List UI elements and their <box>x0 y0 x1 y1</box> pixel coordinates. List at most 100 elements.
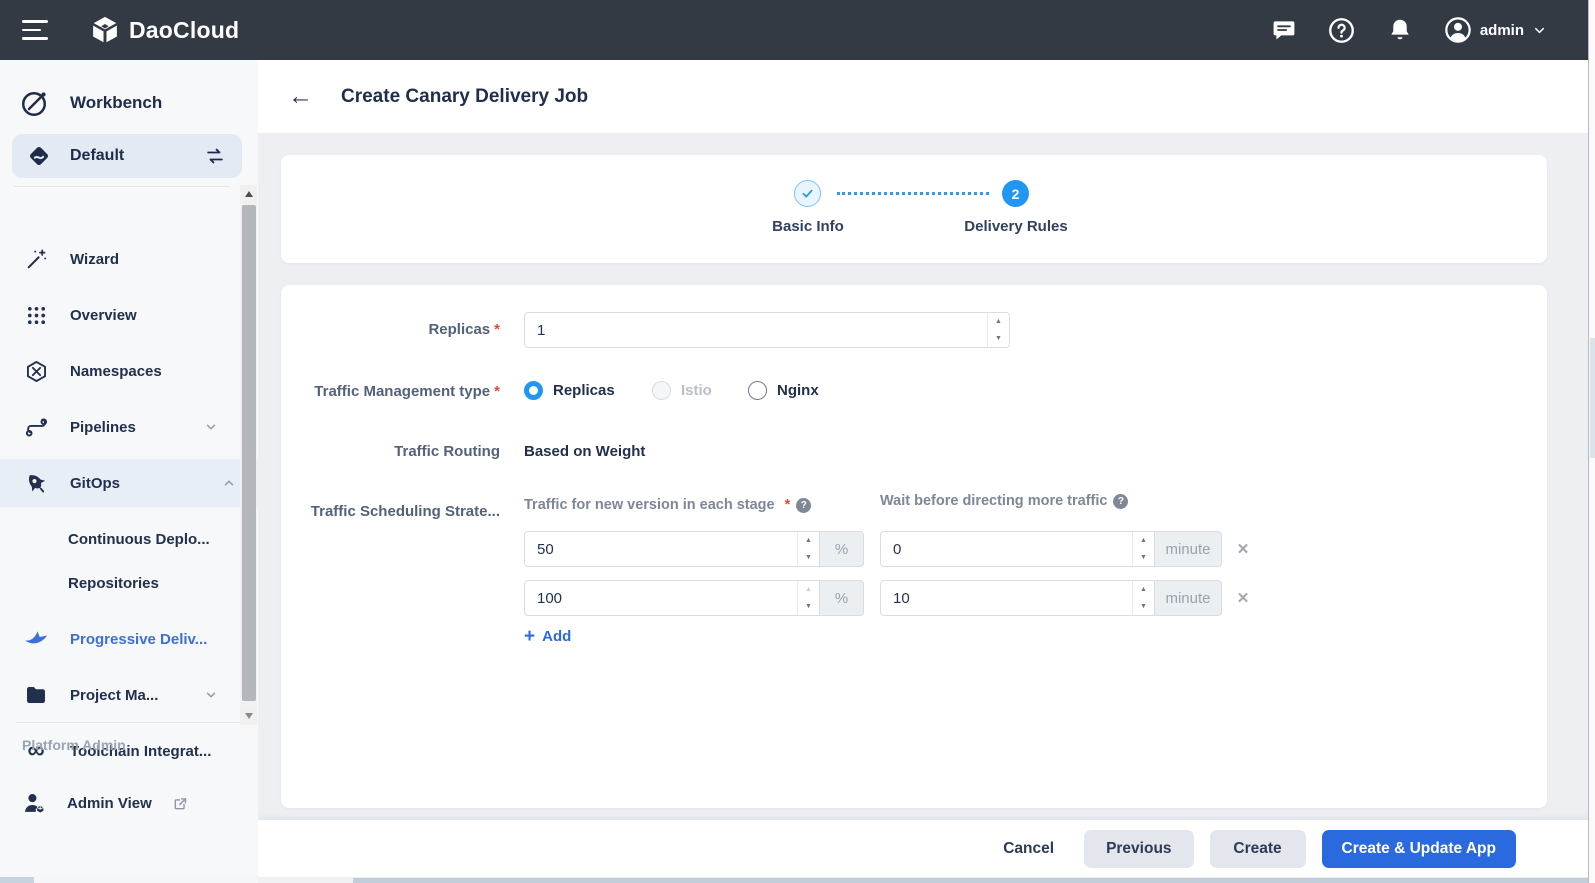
sidebar-item-pipelines[interactable]: Pipelines <box>0 403 240 451</box>
sidebar-item-progressive-delivery[interactable]: Progressive Deliv... <box>0 615 240 663</box>
sidebar-item-repositories[interactable]: Repositories <box>0 559 240 607</box>
daocloud-logo-icon <box>90 15 120 45</box>
increment-arrow-icon[interactable]: ▲ <box>1133 532 1154 549</box>
progressive-delivery-bird-icon <box>22 625 50 653</box>
increment-arrow-icon[interactable]: ▲ <box>1133 581 1154 598</box>
tm-option-nginx[interactable]: Nginx <box>748 381 819 400</box>
sidebar-item-wizard[interactable]: Wizard <box>0 235 240 283</box>
admin-user-icon <box>22 791 47 816</box>
menu-icon[interactable] <box>22 20 48 40</box>
sidebar-item-label: Namespaces <box>70 363 218 380</box>
decrement-arrow-icon[interactable]: ▼ <box>988 330 1009 347</box>
sidebar-item-label: Overview <box>70 307 218 324</box>
create-and-update-app-button[interactable]: Create & Update App <box>1322 830 1516 868</box>
sidebar-item-label: Admin View <box>67 795 152 812</box>
help-icon[interactable]: ? <box>1113 494 1128 509</box>
sidebar-item-admin-view[interactable]: Admin View <box>0 779 240 827</box>
stage-1-traffic-stepper: ▲ ▼ <box>797 532 819 566</box>
sidebar-item-overview[interactable]: Overview <box>0 291 240 339</box>
user-name: admin <box>1480 22 1524 39</box>
step-delivery-rules-label: Delivery Rules <box>964 218 1067 235</box>
decrement-arrow-icon[interactable]: ▼ <box>1133 598 1154 615</box>
step-connector <box>837 192 989 195</box>
traffic-routing-label: Traffic Routing <box>281 443 500 460</box>
page-title: Create Canary Delivery Job <box>341 86 588 108</box>
percent-unit-label: % <box>820 580 864 616</box>
traffic-stage-column-header: Traffic for new version in each stage* ? <box>524 497 811 513</box>
bell-icon[interactable] <box>1386 16 1414 44</box>
sidebar-item-label: GitOps <box>70 475 202 492</box>
main-horizontal-scrollbar-thumb[interactable] <box>353 878 1595 883</box>
stage-1-traffic-input-box: ▲ ▼ <box>524 531 820 567</box>
help-icon[interactable] <box>1328 16 1356 44</box>
switch-workspace-icon[interactable] <box>204 145 226 167</box>
traffic-routing-value: Based on Weight <box>524 443 645 460</box>
main-horizontal-scrollbar[interactable] <box>258 877 1595 883</box>
sidebar-scrollbar-thumb[interactable] <box>242 205 256 701</box>
stage-1-wait-input[interactable] <box>881 532 1132 566</box>
previous-button[interactable]: Previous <box>1084 830 1193 868</box>
scroll-up-arrow[interactable] <box>240 185 257 203</box>
tm-option-replicas[interactable]: Replicas <box>524 381 615 400</box>
create-button[interactable]: Create <box>1210 830 1306 868</box>
traffic-scheduling-strategy-label: Traffic Scheduling Strate... <box>281 503 500 520</box>
sidebar-item-continuous-deployment[interactable]: Continuous Deplo... <box>0 515 240 563</box>
remove-stage-1-button[interactable]: ✕ <box>1233 539 1253 559</box>
chat-icon[interactable] <box>1270 16 1298 44</box>
increment-arrow-icon[interactable]: ▲ <box>798 532 819 549</box>
workspace-selector[interactable]: Default <box>12 134 242 178</box>
workbench-label: Workbench <box>70 93 162 113</box>
sidebar-item-label: Progressive Deliv... <box>70 631 218 648</box>
namespaces-icon <box>22 357 50 385</box>
step-basic-info-circle[interactable] <box>794 180 821 207</box>
replicas-input[interactable] <box>525 313 987 347</box>
form-footer: Cancel Previous Create Create & Update A… <box>258 820 1595 877</box>
chevron-down-icon <box>1532 23 1547 38</box>
traffic-management-type-label: Traffic Management type* <box>281 383 500 400</box>
stage-2-wait-input[interactable] <box>881 581 1132 615</box>
workspace-icon <box>26 143 52 169</box>
stage-2-traffic-input-box: ▲ ▼ <box>524 580 820 616</box>
page-vertical-scrollbar-thumb[interactable] <box>1590 338 1595 458</box>
wizard-icon <box>22 245 50 273</box>
sidebar-horizontal-scrollbar-thumb[interactable] <box>0 877 34 883</box>
sidebar-scrollbar[interactable] <box>240 185 257 725</box>
overview-icon <box>22 301 50 329</box>
radio-unselected-icon[interactable] <box>748 381 767 400</box>
stage-1-wait-stepper: ▲ ▼ <box>1132 532 1154 566</box>
stage-2-wait-stepper: ▲ ▼ <box>1132 581 1154 615</box>
daocloud-app: DaoCloud <box>0 0 1595 883</box>
radio-label: Replicas <box>553 382 615 399</box>
wait-traffic-column-header: Wait before directing more traffic ? <box>880 493 1128 509</box>
stepper-card: 2 Basic Info Delivery Rules <box>281 155 1547 263</box>
scroll-down-arrow[interactable] <box>240 707 257 725</box>
sidebar-item-namespaces[interactable]: Namespaces <box>0 347 240 395</box>
cancel-button[interactable]: Cancel <box>989 830 1068 868</box>
increment-arrow-icon[interactable]: ▲ <box>988 313 1009 330</box>
sidebar-item-project-management[interactable]: Project Ma... <box>0 671 240 719</box>
sidebar-horizontal-scrollbar[interactable] <box>0 876 258 883</box>
remove-stage-2-button[interactable]: ✕ <box>1233 588 1253 608</box>
main-content: ← Create Canary Delivery Job 2 Basic Inf… <box>258 60 1595 883</box>
workbench-icon <box>20 88 50 118</box>
step-delivery-rules-circle[interactable]: 2 <box>1002 180 1029 207</box>
topbar: DaoCloud <box>0 0 1595 60</box>
gitops-rocket-icon <box>22 469 50 497</box>
replicas-stepper: ▲ ▼ <box>987 313 1009 347</box>
add-stage-button[interactable]: + Add <box>524 627 571 646</box>
sidebar-item-workbench[interactable]: Workbench <box>0 78 240 128</box>
topbar-actions: admin <box>1270 16 1595 44</box>
stage-2-traffic-stepper: ▲ ▼ <box>797 581 819 615</box>
page-vertical-scrollbar[interactable] <box>1588 0 1595 883</box>
user-menu[interactable]: admin <box>1444 16 1547 44</box>
help-icon[interactable]: ? <box>796 498 811 513</box>
decrement-arrow-icon[interactable]: ▼ <box>798 549 819 566</box>
sidebar-item-gitops[interactable]: GitOps <box>0 459 258 507</box>
back-button[interactable]: ← <box>288 84 313 109</box>
stage-2-traffic-input[interactable] <box>525 581 797 615</box>
stage-1-traffic-input[interactable] <box>525 532 797 566</box>
radio-selected-icon[interactable] <box>524 381 543 400</box>
tm-option-istio[interactable]: Istio <box>652 381 712 400</box>
decrement-arrow-icon[interactable]: ▼ <box>798 598 819 615</box>
decrement-arrow-icon[interactable]: ▼ <box>1133 549 1154 566</box>
